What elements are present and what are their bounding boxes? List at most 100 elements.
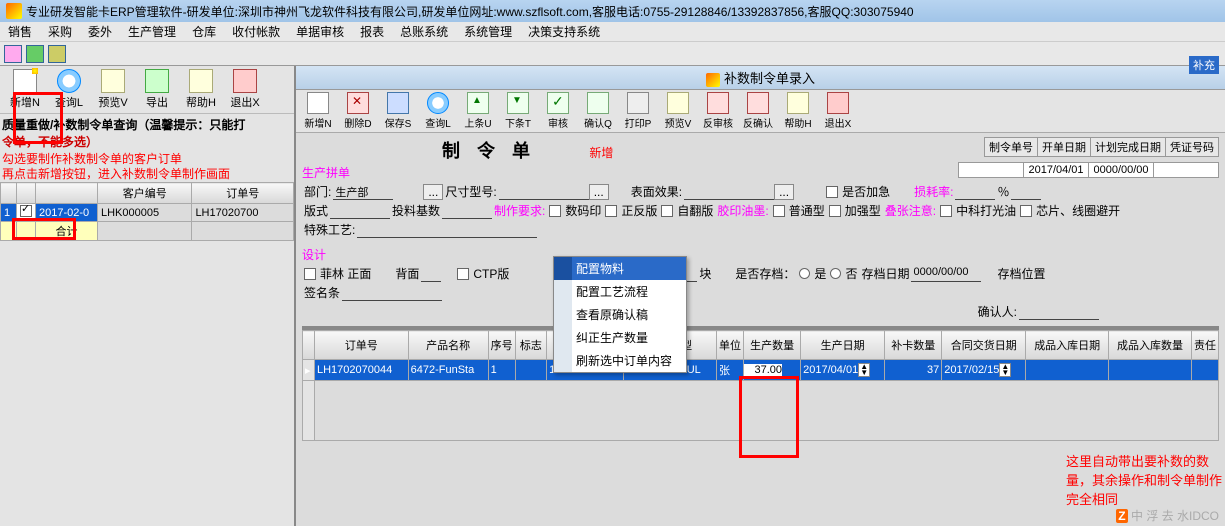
tb-find-button[interactable]: 查询L: [418, 92, 458, 130]
sys-tool-1-icon[interactable]: [4, 45, 22, 63]
qty-input[interactable]: [744, 364, 782, 376]
ver-field[interactable]: [330, 203, 390, 219]
gv-qty[interactable]: [744, 360, 801, 381]
col-date[interactable]: [36, 183, 98, 204]
dots-button[interactable]: ...: [423, 184, 443, 200]
row-checkbox[interactable]: [20, 205, 32, 217]
tb-exit-button[interactable]: 退出X: [818, 92, 858, 130]
size-field[interactable]: [499, 184, 589, 200]
tb-print-button[interactable]: 打印P: [618, 92, 658, 130]
tb-unaudit-button[interactable]: 反审核: [698, 92, 738, 130]
dots3-button[interactable]: ...: [774, 184, 794, 200]
corner-badge[interactable]: 补充: [1189, 56, 1219, 74]
gc-order[interactable]: 订单号: [315, 331, 409, 360]
menu-warehouse[interactable]: 仓库: [184, 21, 224, 42]
col-check[interactable]: [17, 183, 36, 204]
sys-tool-2-icon[interactable]: [26, 45, 44, 63]
col-customer[interactable]: 客户编号: [98, 183, 192, 204]
urgent-checkbox[interactable]: [826, 186, 838, 198]
menu-sales[interactable]: 销售: [0, 21, 40, 42]
gc-rep[interactable]: 补卡数量: [885, 331, 942, 360]
gc-prod[interactable]: 产品名称: [408, 331, 488, 360]
gc-date[interactable]: 生产日期: [801, 331, 885, 360]
tb-preview-button[interactable]: 预览V: [658, 92, 698, 130]
tb-next-button[interactable]: 下条T: [498, 92, 538, 130]
ctx-view-draft[interactable]: 查看原确认稿: [554, 303, 686, 326]
gc-qty[interactable]: 生产数量: [744, 331, 801, 360]
sign-field[interactable]: [342, 285, 442, 301]
hf-orderno-value[interactable]: [958, 162, 1024, 178]
dprint-checkbox[interactable]: [549, 205, 561, 217]
menu-purchase[interactable]: 采购: [40, 21, 80, 42]
menu-ledger[interactable]: 总账系统: [392, 21, 456, 42]
menu-outsource[interactable]: 委外: [80, 21, 120, 42]
ink2-checkbox[interactable]: [829, 205, 841, 217]
tb-delete-button[interactable]: 删除D: [338, 92, 378, 130]
col-seq[interactable]: [1, 183, 17, 204]
left-exit-button[interactable]: 退出X: [223, 69, 267, 110]
face-field[interactable]: [684, 184, 774, 200]
gc-resp[interactable]: 责任: [1192, 331, 1219, 360]
left-export-button[interactable]: 导出: [135, 69, 179, 110]
ctx-correct-qty[interactable]: 纠正生产数量: [554, 326, 686, 349]
menu-decision[interactable]: 决策支持系统: [520, 21, 608, 42]
menu-production[interactable]: 生产管理: [120, 21, 184, 42]
tb-unconfirm-button[interactable]: 反确认: [738, 92, 778, 130]
dots2-button[interactable]: ...: [589, 184, 609, 200]
ink1-checkbox[interactable]: [773, 205, 785, 217]
deliv-spinner[interactable]: ▲▼: [999, 363, 1011, 377]
archdate-field[interactable]: 0000/00/00: [911, 266, 981, 282]
menu-sysmgmt[interactable]: 系统管理: [456, 21, 520, 42]
ctp-checkbox[interactable]: [457, 268, 469, 280]
col-order[interactable]: 订单号: [192, 183, 294, 204]
loss-field[interactable]: [955, 184, 995, 200]
back-field[interactable]: [421, 266, 441, 282]
tb-prev-button[interactable]: 上条U: [458, 92, 498, 130]
menu-audit[interactable]: 单据审核: [288, 21, 352, 42]
left-new-button[interactable]: 新增N: [3, 69, 47, 110]
left-help-button[interactable]: 帮助H: [179, 69, 223, 110]
film-checkbox[interactable]: [304, 268, 316, 280]
gc-deliv[interactable]: 合同交货日期: [942, 331, 1026, 360]
cell-check[interactable]: [17, 204, 36, 222]
tb-help-button[interactable]: 帮助H: [778, 92, 818, 130]
left-preview-button[interactable]: 预览V: [91, 69, 135, 110]
archive-yes-radio[interactable]: [799, 268, 810, 279]
tb-confirm-button[interactable]: 确认Q: [578, 92, 618, 130]
dept-field[interactable]: 生产部: [333, 184, 393, 200]
archive-no-radio[interactable]: [830, 268, 841, 279]
fb-checkbox[interactable]: [605, 205, 617, 217]
special-field[interactable]: [357, 222, 537, 238]
gv-deliv[interactable]: 2017/02/15▲▼: [942, 360, 1026, 381]
table-row[interactable]: 1 2017-02-0 LHK000005 LH17020700: [1, 204, 294, 222]
flip-checkbox[interactable]: [661, 205, 673, 217]
tb-audit-button[interactable]: 审核: [538, 92, 578, 130]
chip-checkbox[interactable]: [1020, 205, 1032, 217]
gc-seq[interactable]: 序号: [488, 331, 515, 360]
gc-inqty[interactable]: 成品入库数量: [1109, 331, 1192, 360]
confirmer-field[interactable]: [1019, 304, 1099, 320]
hf-voucher-value[interactable]: [1153, 162, 1219, 178]
gc-unit[interactable]: 单位: [717, 331, 744, 360]
menu-report[interactable]: 报表: [352, 21, 392, 42]
gv-date[interactable]: 2017/04/01▲▼: [801, 360, 885, 381]
oil-checkbox[interactable]: [940, 205, 952, 217]
gc-indate[interactable]: 成品入库日期: [1026, 331, 1109, 360]
base-field[interactable]: [442, 203, 492, 219]
hf-opendate-value[interactable]: 2017/04/01: [1023, 162, 1089, 178]
ctx-config-material[interactable]: 配置物料: [554, 257, 686, 280]
gc-mark[interactable]: 标志: [515, 331, 547, 360]
loss-field2[interactable]: [1011, 184, 1041, 200]
hf-plandate-value[interactable]: 0000/00/00: [1088, 162, 1154, 178]
ctx-refresh-order[interactable]: 刷新选中订单内容: [554, 349, 686, 372]
date-spinner[interactable]: ▲▼: [858, 363, 870, 377]
archdate-label: 存档日期: [861, 265, 909, 282]
tb-new-button[interactable]: 新增N: [298, 92, 338, 130]
grid-row[interactable]: ▸ LH1702070044 6472-FunSta 1 1702070044 …: [303, 360, 1219, 381]
ctx-config-process[interactable]: 配置工艺流程: [554, 280, 686, 303]
left-find-button[interactable]: 查询L: [47, 69, 91, 110]
watermark: Z 中 浮 去 水IDCO: [1116, 507, 1219, 524]
tb-save-button[interactable]: 保存S: [378, 92, 418, 130]
menu-ar-ap[interactable]: 收付帐款: [224, 21, 288, 42]
sys-tool-3-icon[interactable]: [48, 45, 66, 63]
